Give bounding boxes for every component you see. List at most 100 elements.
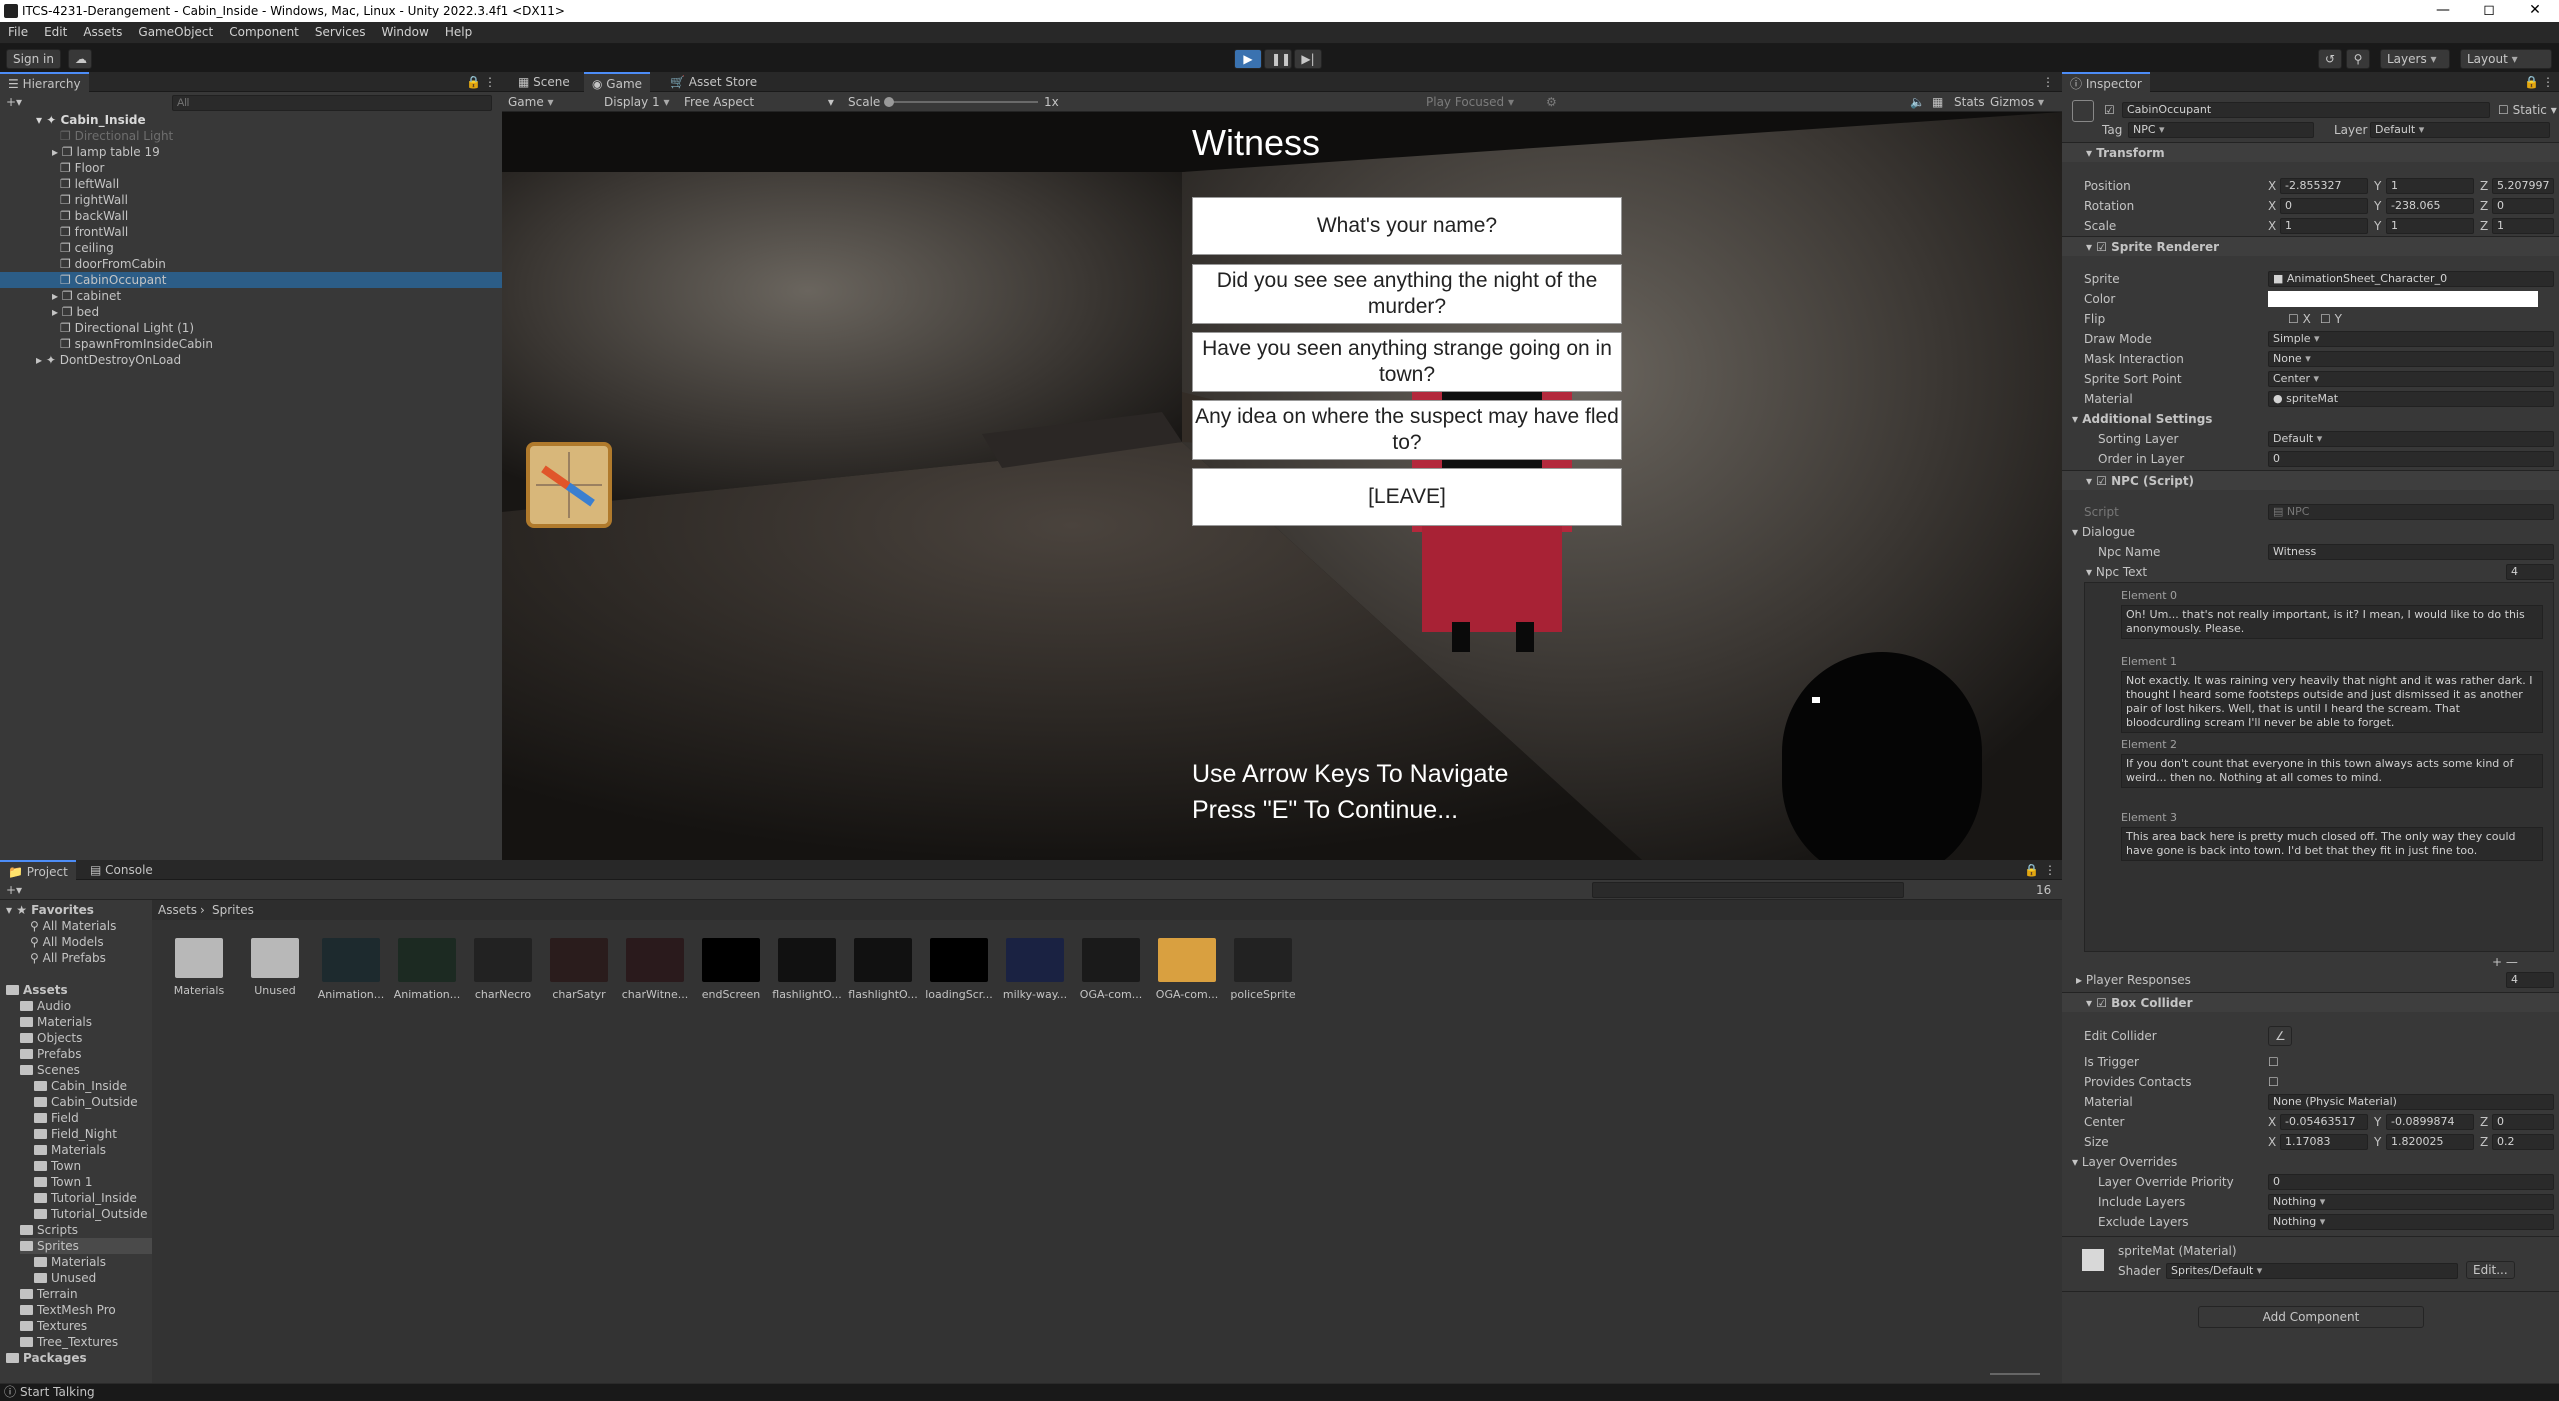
order-field[interactable]: 0 [2268,451,2554,467]
layout-dropdown[interactable]: Layout [2460,49,2552,69]
object-name-field[interactable]: CabinOccupant [2122,102,2490,118]
menu-window[interactable]: Window [374,22,437,42]
tab-asset-store[interactable]: 🛒 Asset Store [662,72,765,92]
folder-item[interactable]: Tutorial_Inside [34,1190,137,1206]
player-responses-count[interactable]: 4 [2506,972,2554,988]
center-z[interactable]: 0 [2492,1114,2554,1130]
size-y[interactable]: 1.820025 [2386,1134,2474,1150]
folder-item[interactable]: Prefabs [20,1046,82,1062]
folder-item[interactable]: Scripts [20,1222,78,1238]
scene-root-row[interactable]: ▾ ✦ Cabin_Inside [0,112,502,128]
element-text-area[interactable]: If you don't count that everyone in this… [2121,754,2543,788]
dialogue-option-leave[interactable]: [LEAVE] [1192,468,1622,526]
close-icon[interactable]: ✕ [2515,2,2555,18]
hierarchy-item[interactable]: ❐ backWall [0,208,502,224]
contacts-checkbox[interactable]: ☐ [2268,1074,2279,1090]
hierarchy-item[interactable]: ❐ Floor [0,160,502,176]
shader-dropdown[interactable]: Sprites/Default [2166,1263,2458,1279]
more-icon[interactable]: ⋮ [484,74,496,90]
exclude-layers-dropdown[interactable]: Nothing [2268,1214,2554,1230]
draw-mode-dropdown[interactable]: Simple [2268,331,2554,347]
hierarchy-item[interactable]: ❐ rightWall [0,192,502,208]
tab-scene[interactable]: ▦ Scene [510,72,578,92]
project-search-input[interactable] [1592,882,1904,898]
history-icon[interactable]: ↺ [2318,49,2342,69]
dialogue-option-1[interactable]: Did you see see anything the night of th… [1192,264,1622,324]
shader-edit-button[interactable]: Edit... [2466,1261,2515,1279]
stats-button[interactable]: Stats [1954,94,1985,110]
static-checkbox[interactable]: ☐ Static ▾ [2498,102,2557,118]
color-swatch[interactable] [2268,291,2538,307]
hierarchy-item[interactable]: ❐ doorFromCabin [0,256,502,272]
game-viewport[interactable]: Witness What's your name? Did you see se… [502,112,2062,860]
npc-script-header[interactable]: ▾ ☑ NPC (Script) [2062,470,2559,490]
element-text-area[interactable]: Oh! Um... that's not really important, i… [2121,605,2543,639]
size-x[interactable]: 1.17083 [2280,1134,2368,1150]
zoom-slider[interactable] [1990,1373,2040,1375]
layer-overrides-foldout[interactable]: ▾ Layer Overrides [2072,1154,2177,1170]
folder-item[interactable]: Scenes [20,1062,80,1078]
folder-item[interactable]: Packages [6,1350,87,1366]
dialogue-option-0[interactable]: What's your name? [1192,197,1622,255]
hierarchy-item[interactable]: ▸ ❐ bed [0,304,502,320]
display-mode-dropdown[interactable]: Game [508,94,554,110]
tab-project[interactable]: 📁 Project [0,860,76,880]
hierarchy-item[interactable]: ❐ frontWall [0,224,502,240]
folder-item[interactable]: Sprites [20,1238,152,1254]
sprite-renderer-header[interactable]: ▾ ☑ Sprite Renderer [2062,236,2559,256]
position-y[interactable]: 1 [2386,178,2474,194]
is-trigger-checkbox[interactable]: ☐ [2268,1054,2279,1070]
asset-item[interactable]: Unused [240,938,310,997]
create-plus-icon[interactable]: +▾ [6,94,22,110]
menu-services[interactable]: Services [307,22,374,42]
folder-item[interactable]: Objects [20,1030,82,1046]
asset-item[interactable]: flashlightO... [772,938,842,1001]
folder-item[interactable]: Materials [34,1254,106,1270]
display-dropdown[interactable]: Display 1 [604,94,670,110]
additional-settings-foldout[interactable]: ▾ Additional Settings [2072,411,2212,427]
asset-item[interactable]: Animation... [392,938,462,1001]
sign-in-button[interactable]: Sign in [6,49,61,69]
layers-dropdown[interactable]: Layers [2380,49,2450,69]
flip-y-checkbox[interactable]: ☐ Y [2320,311,2342,327]
npc-text-count[interactable]: 4 [2506,564,2554,580]
pause-button[interactable]: ❚❚ [1264,49,1292,69]
folder-item[interactable]: Cabin_Outside [34,1094,138,1110]
element-text-area[interactable]: This area back here is pretty much close… [2121,827,2543,861]
breadcrumb-sprites[interactable]: Sprites [212,902,254,918]
hierarchy-item[interactable]: ❐ ceiling [0,240,502,256]
folder-item[interactable]: TextMesh Pro [20,1302,116,1318]
size-z[interactable]: 0.2 [2492,1134,2554,1150]
project-create-icon[interactable]: +▾ [6,882,22,898]
rotation-z[interactable]: 0 [2492,198,2554,214]
menu-assets[interactable]: Assets [75,22,130,42]
inspector-lock-icon[interactable]: 🔒 [2524,74,2539,90]
asset-item[interactable]: loadingScr... [924,938,994,1001]
tab-hierarchy[interactable]: ☰ Hierarchy [0,72,89,92]
scale-x[interactable]: 1 [2280,218,2368,234]
folder-item[interactable]: Unused [34,1270,96,1286]
hierarchy-search-input[interactable] [172,95,492,111]
asset-item[interactable]: flashlightO... [848,938,918,1001]
folder-item[interactable]: Field [34,1110,79,1126]
box-collider-header[interactable]: ▾ ☑ Box Collider [2062,992,2559,1012]
tab-console[interactable]: ▤ Console [82,860,161,880]
scale-slider-handle[interactable] [884,97,894,107]
add-component-button[interactable]: Add Component [2198,1306,2424,1328]
position-x[interactable]: -2.855327 [2280,178,2368,194]
search-icon[interactable]: ⚲ [2346,49,2370,69]
folder-item[interactable]: Assets [6,982,68,998]
list-add-button[interactable]: + — [2492,954,2518,970]
scale-z[interactable]: 1 [2492,218,2554,234]
folder-item[interactable]: Town 1 [34,1174,93,1190]
folder-item[interactable]: Field_Night [34,1126,117,1142]
dialogue-foldout[interactable]: ▾ Dialogue [2072,524,2135,540]
rotation-x[interactable]: 0 [2280,198,2368,214]
folder-item[interactable]: Tutorial_Outside [34,1206,147,1222]
play-focused-dropdown[interactable]: Play Focused ▾ [1426,94,1514,110]
flip-x-checkbox[interactable]: ☐ X [2288,311,2311,327]
dialogue-option-3[interactable]: Any idea on where the suspect may have f… [1192,400,1622,460]
edit-collider-button[interactable]: ∠ [2268,1026,2292,1046]
sort-point-dropdown[interactable]: Center [2268,371,2554,387]
aspect-dropdown[interactable]: Free Aspect ▾ [684,94,834,110]
